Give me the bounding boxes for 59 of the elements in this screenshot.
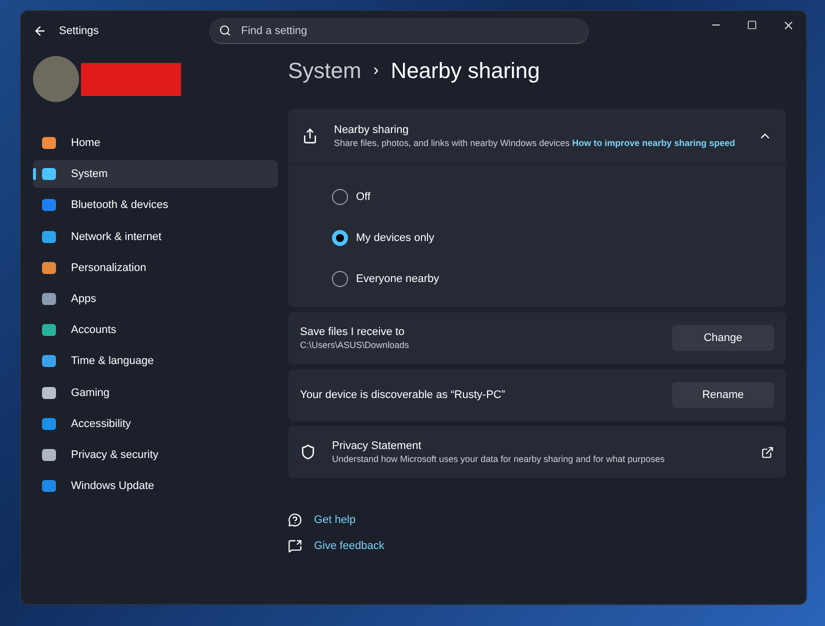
- category-icon: [41, 260, 57, 276]
- sidebar-item[interactable]: Apps: [33, 284, 278, 313]
- device-name-text: Your device is discoverable as “Rusty-PC”: [300, 389, 506, 401]
- search-icon: [219, 24, 232, 37]
- category-icon: [41, 197, 57, 214]
- search-input[interactable]: Find a setting: [239, 24, 579, 38]
- radio-option[interactable]: My devices only: [332, 217, 742, 258]
- category-icon: [41, 135, 57, 151]
- category-icon: [41, 322, 57, 338]
- breadcrumb-parent[interactable]: System: [288, 58, 362, 84]
- sidebar-item[interactable]: Gaming: [33, 378, 278, 406]
- category-icon: [41, 384, 57, 400]
- help-link[interactable]: How to improve nearby sharing speed: [572, 138, 736, 148]
- sidebar-item[interactable]: Personalization: [33, 254, 278, 282]
- maximize-icon: [747, 20, 757, 30]
- help-link[interactable]: Get help: [314, 514, 356, 526]
- feedback-icon: [288, 539, 302, 553]
- avatar: [33, 56, 79, 102]
- folder-path: C:\Users\ASUS\Downloads: [300, 340, 410, 350]
- radio-button[interactable]: [332, 230, 348, 246]
- category-icon: [41, 228, 57, 245]
- change-button[interactable]: Change: [672, 325, 774, 351]
- radio-option[interactable]: Off: [332, 176, 742, 217]
- radio-option[interactable]: Everyone nearby: [332, 258, 742, 299]
- sidebar-item[interactable]: System: [33, 160, 278, 188]
- breadcrumb-separator: ›: [373, 62, 379, 80]
- help-icon: [288, 513, 302, 527]
- setting-title: Privacy Statement: [332, 440, 422, 452]
- sidebar-item[interactable]: Home: [33, 129, 278, 157]
- category-icon: [41, 166, 57, 182]
- setting-title: Save files I receive to: [300, 326, 406, 338]
- setting-title: Nearby sharing: [334, 124, 410, 136]
- category-icon: [41, 478, 57, 494]
- search-field[interactable]: Find a setting: [209, 18, 589, 44]
- window-title: Settings: [59, 25, 100, 37]
- category-icon: [41, 446, 57, 463]
- radio-button[interactable]: [332, 188, 348, 204]
- category-icon: [41, 353, 57, 370]
- radio-button[interactable]: [332, 270, 348, 286]
- sidebar-item[interactable]: Privacy & security: [33, 440, 278, 469]
- selection-indicator: [33, 168, 36, 180]
- category-icon: [41, 290, 57, 307]
- sidebar-item[interactable]: Accessibility: [33, 410, 278, 438]
- setting-description: Share files, photos, and links with nearby Windows devices How to improve nearby sharing speed: [334, 138, 736, 148]
- close-icon: [782, 18, 794, 32]
- page-title: Nearby sharing: [390, 58, 540, 84]
- sidebar-item[interactable]: Network & internet: [33, 222, 278, 251]
- shield-icon: [300, 444, 316, 460]
- sidebar-item[interactable]: Time & language: [33, 347, 278, 376]
- setting-description: Understand how Microsoft uses your data for nearby sharing and for what purposes: [332, 454, 666, 464]
- sidebar-item[interactable]: Accounts: [33, 316, 278, 344]
- category-icon: [41, 416, 57, 432]
- help-link[interactable]: Give feedback: [314, 540, 384, 552]
- sidebar-item[interactable]: Bluetooth & devices: [33, 191, 278, 220]
- sidebar-item[interactable]: Windows Update: [33, 472, 278, 500]
- back-icon[interactable]: [33, 24, 47, 38]
- share-icon: [302, 128, 318, 144]
- rename-button[interactable]: Rename: [672, 382, 774, 408]
- external-link-icon[interactable]: [761, 446, 774, 458]
